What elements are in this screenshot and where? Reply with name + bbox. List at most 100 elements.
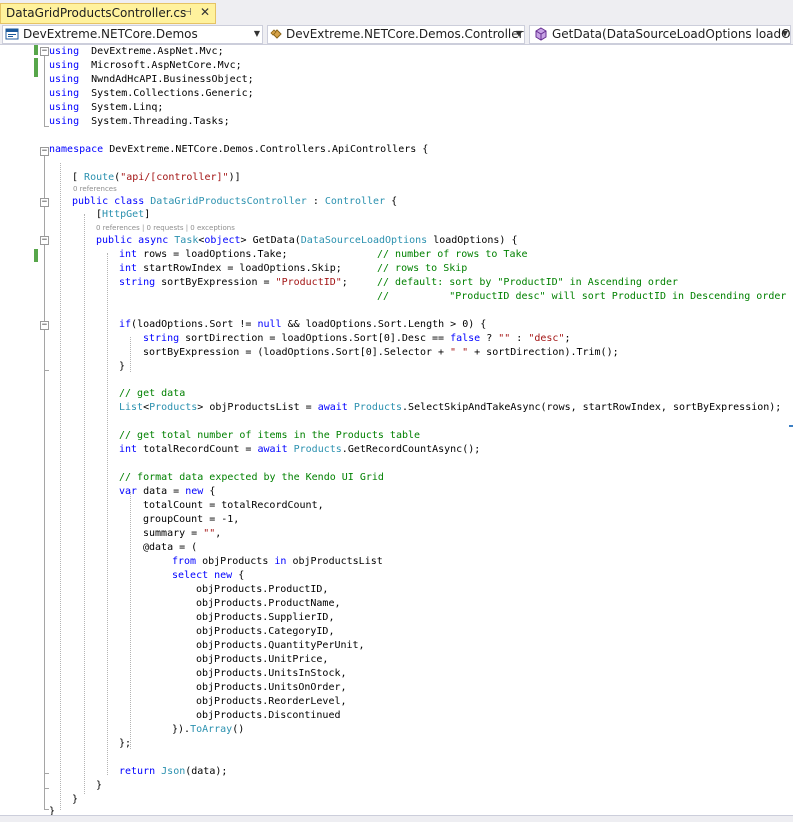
code-token: using — [49, 60, 80, 71]
code-line: int startRowIndex = loadOptions.Skip; — [119, 262, 342, 276]
code-token: && loadOptions.Sort.Length > 0) { — [281, 319, 487, 330]
chevron-down-icon: ▼ — [253, 29, 260, 38]
code-token: "" — [498, 333, 511, 344]
code-token: totalRecordCount = — [137, 444, 258, 455]
code-token: summary = — [143, 528, 204, 539]
code-token: : — [510, 333, 529, 344]
collapse-method-toggle[interactable]: − — [40, 236, 49, 245]
code-token: new — [185, 486, 204, 497]
code-line: objProducts.QuantityPerUnit, — [196, 639, 365, 653]
code-line: }; — [119, 737, 131, 751]
code-token: [ — [72, 172, 85, 183]
code-token: select new — [172, 570, 233, 581]
trailing-comment: // "ProductID desc" will sort ProductID … — [377, 291, 787, 302]
trailing-comment: // number of rows to Take — [377, 249, 528, 260]
code-token: , — [215, 528, 222, 539]
code-token: "ProductID" — [275, 277, 342, 288]
close-icon[interactable]: ✕ — [200, 5, 210, 19]
method-icon — [534, 27, 548, 43]
code-line: int rows = loadOptions.Take; — [119, 248, 288, 262]
code-token: System.Threading.Tasks; — [79, 116, 230, 127]
code-token: DataSourceLoadOptions — [300, 235, 428, 246]
code-token: { — [385, 196, 398, 207]
code-line: if(loadOptions.Sort != null && loadOptio… — [119, 318, 486, 332]
collapse-usings-toggle[interactable]: − — [40, 47, 49, 56]
code-token: Task — [174, 235, 199, 246]
code-token: "" — [203, 528, 216, 539]
code-line: objProducts.ReorderLevel, — [196, 695, 347, 709]
code-token: using — [49, 46, 80, 57]
pin-icon[interactable]: ⊣ — [183, 7, 192, 18]
code-token: DevExtreme.NETCore.Demos.Controllers.Api… — [103, 144, 429, 155]
code-token: data = — [137, 486, 186, 497]
code-token: objProducts.ProductName, — [196, 598, 341, 609]
code-token: sortDirection = loadOptions.Sort[0].Desc… — [179, 333, 451, 344]
code-line: sortByExpression = (loadOptions.Sort[0].… — [143, 346, 619, 360]
code-token: ] — [144, 209, 151, 220]
codelens-class-references[interactable]: 0 references — [73, 185, 117, 193]
code-token: .GetRecordCountAsync(); — [341, 444, 481, 455]
code-token: false — [450, 333, 481, 344]
code-token: ; — [341, 277, 348, 288]
code-token: Products — [149, 402, 198, 413]
code-token: + sortDirection).Trim(); — [468, 347, 619, 358]
code-token: " " — [450, 347, 469, 358]
code-token: totalCount = totalRecordCount, — [143, 500, 324, 511]
code-token: loadOptions) { — [427, 235, 518, 246]
code-token: objProducts.ProductID, — [196, 584, 329, 595]
code-token: )] — [228, 172, 241, 183]
code-token: objProducts.Discontinued — [196, 710, 341, 721]
code-token: // get total number of items in the Prod… — [119, 430, 421, 441]
code-token: } — [96, 780, 103, 791]
collapse-if-toggle[interactable]: − — [40, 321, 49, 330]
code-token: DataGridProductsController — [150, 196, 307, 207]
code-line: [ Route("api/[controller]")] — [72, 171, 241, 185]
tab-datagridproductscontroller[interactable]: DataGridProductsController.cs ⊣ ✕ — [0, 3, 216, 24]
type-dropdown[interactable]: DevExtreme.NETCore.Demos.Controllers ▼ — [267, 25, 525, 44]
code-line: objProducts.Discontinued — [196, 709, 341, 723]
change-marker — [34, 45, 38, 55]
code-token: int — [119, 249, 138, 260]
code-token: objProducts.UnitPrice, — [196, 654, 329, 665]
code-token: groupCount = -1, — [143, 514, 240, 525]
code-line: objProducts.ProductID, — [196, 583, 328, 597]
code-token: var — [119, 486, 138, 497]
code-token: }; — [119, 738, 132, 749]
code-token: using — [49, 74, 80, 85]
code-line: summary = "", — [143, 527, 221, 541]
code-token: HttpGet — [102, 209, 145, 220]
code-token: (data); — [185, 766, 228, 777]
horizontal-scrollbar[interactable] — [0, 815, 793, 822]
code-token: "desc" — [528, 333, 565, 344]
code-line: } — [119, 360, 125, 374]
code-token: > objProductsList = — [197, 402, 318, 413]
code-token: System.Linq; — [79, 102, 164, 113]
code-token: Products — [293, 444, 342, 455]
code-token: using — [49, 88, 80, 99]
code-line: using NwndAdHcAPI.BusinessObject; — [49, 73, 254, 87]
code-token: using — [49, 102, 80, 113]
code-token: System.Collections.Generic; — [79, 88, 254, 99]
code-line: groupCount = -1, — [143, 513, 239, 527]
collapse-class-toggle[interactable]: − — [40, 198, 49, 207]
code-line: [HttpGet] — [96, 208, 150, 222]
project-dropdown[interactable]: DevExtreme.NETCore.Demos ▼ — [2, 25, 263, 44]
codelens-method-info[interactable]: 0 references | 0 requests | 0 exceptions — [96, 224, 235, 232]
code-line: }).ToArray() — [172, 723, 244, 737]
collapse-namespace-toggle[interactable]: − — [40, 147, 49, 156]
code-token: namespace — [49, 144, 104, 155]
code-line: } — [96, 779, 102, 793]
code-token: DevExtreme.AspNet.Mvc; — [79, 46, 224, 57]
code-line: // get total number of items in the Prod… — [119, 429, 420, 443]
code-line: using Microsoft.AspNetCore.Mvc; — [49, 59, 242, 73]
code-token: if — [119, 319, 132, 330]
code-line: objProducts.UnitsInStock, — [196, 667, 347, 681]
code-line: objProducts.UnitPrice, — [196, 653, 328, 667]
code-token: // get data — [119, 388, 186, 399]
code-token: string — [143, 333, 180, 344]
code-editor[interactable]: − − − − − 0 references 0 references | 0 … — [0, 45, 793, 822]
member-dropdown[interactable]: GetData(DataSourceLoadOptions loadOption… — [529, 25, 791, 44]
csharp-project-icon — [5, 27, 19, 43]
trailing-comment: // rows to Skip — [377, 263, 468, 274]
trailing-comment: // default: sort by "ProductID" in Ascen… — [377, 277, 679, 288]
